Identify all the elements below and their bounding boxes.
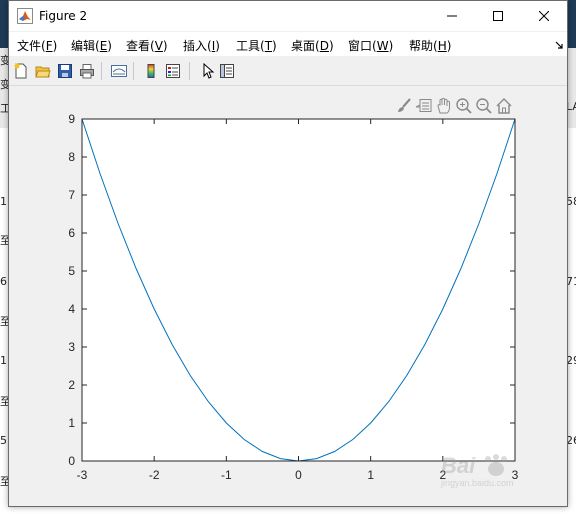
- y-tick-label: 0: [68, 454, 75, 468]
- plot-area[interactable]: -3 -2 -1 0 1 2 3 0123456789: [9, 1, 567, 506]
- y-tick-label: 3: [68, 340, 75, 354]
- x-tick-label: -2: [149, 468, 160, 482]
- y-tick-label: 2: [68, 378, 75, 392]
- x-tick-label: -3: [77, 468, 88, 482]
- y-tick-label: 9: [68, 112, 75, 126]
- y-tick-label: 4: [68, 302, 75, 316]
- watermark-logo-text: Bai: [441, 453, 476, 478]
- background-text: 6: [0, 275, 7, 288]
- y-tick-label: 5: [68, 264, 75, 278]
- x-tick-label: 0: [295, 468, 302, 482]
- watermark: Bai jingyan.baidu.com: [441, 453, 514, 488]
- background-text: 1: [0, 354, 7, 367]
- y-tick-label: 7: [68, 188, 75, 202]
- background-text: 5: [0, 434, 7, 447]
- y-tick-label: 6: [68, 226, 75, 240]
- y-tick-label: 8: [68, 150, 75, 164]
- axes-background: [82, 119, 515, 461]
- watermark-url: jingyan.baidu.com: [441, 478, 514, 488]
- x-tick-label: 1: [367, 468, 374, 482]
- figure-window: Figure 2 文件(F) 编辑(E) 查看(V) 插入(I) 工具(T) 桌…: [8, 0, 568, 507]
- background-text: 1: [0, 195, 7, 208]
- x-tick-label: -1: [221, 468, 232, 482]
- y-tick-label: 1: [68, 416, 75, 430]
